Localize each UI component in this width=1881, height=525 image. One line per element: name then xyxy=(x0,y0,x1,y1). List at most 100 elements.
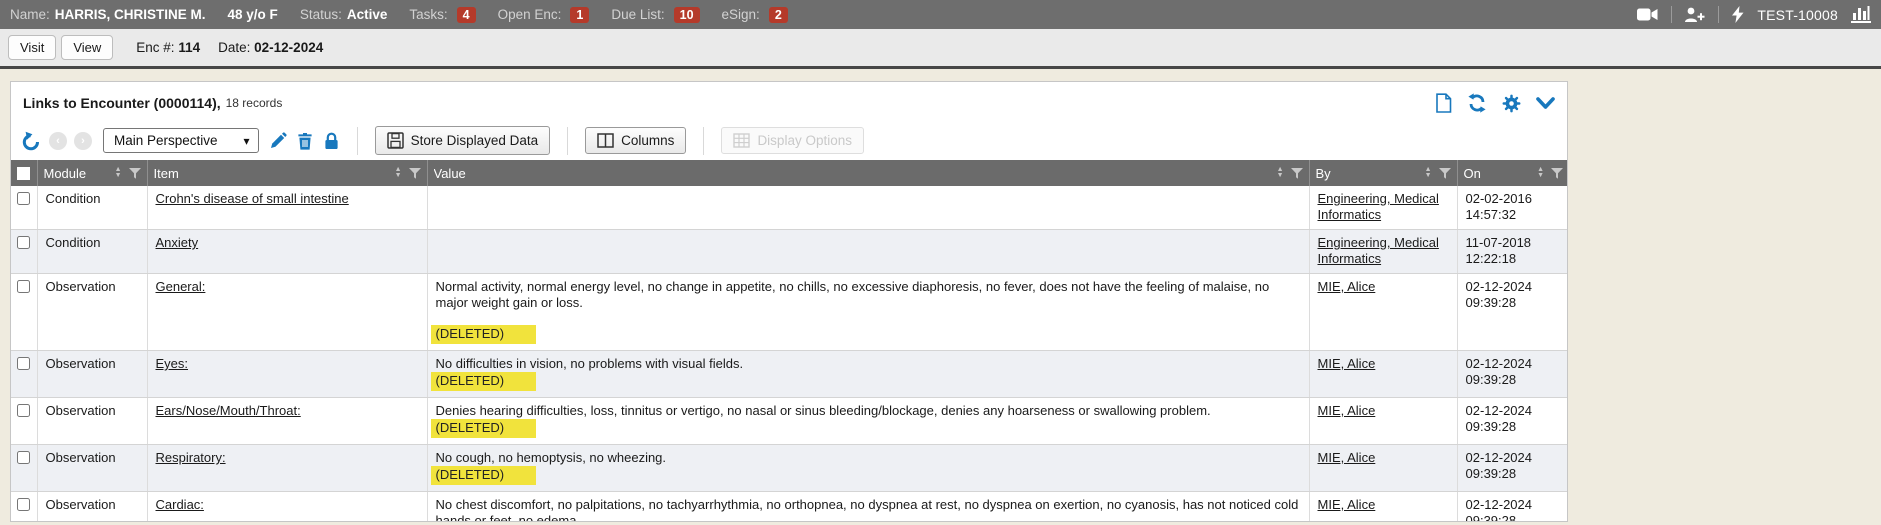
store-displayed-data-button[interactable]: Store Displayed Data xyxy=(375,126,551,155)
table-row: Observation Respiratory: No cough, no he… xyxy=(11,445,1568,492)
video-camera-icon[interactable] xyxy=(1637,7,1658,22)
by-link[interactable]: MIE, Alice xyxy=(1318,450,1376,465)
column-header-item: Item xyxy=(154,166,391,181)
encounter-bar: Visit View Enc #: 114 Date: 02-12-2024 xyxy=(0,29,1881,69)
date-label: Date: xyxy=(218,40,250,55)
item-link[interactable]: Cardiac: xyxy=(156,497,204,512)
value-cell xyxy=(427,230,1309,274)
delete-perspective-icon[interactable] xyxy=(297,132,313,150)
item-cell: General: xyxy=(147,274,427,351)
module-cell: Observation xyxy=(37,445,147,492)
item-cell: Crohn's disease of small intestine xyxy=(147,186,427,230)
links-table: Module ▲▼ Item ▲▼ Value ▲▼ By ▲▼ xyxy=(11,160,1568,522)
sort-icon[interactable]: ▲▼ xyxy=(1537,167,1544,179)
row-checkbox-cell xyxy=(11,445,37,492)
item-cell: Ears/Nose/Mouth/Throat: xyxy=(147,398,427,445)
table-row: Observation General: Normal activity, no… xyxy=(11,274,1568,351)
item-link[interactable]: Ears/Nose/Mouth/Throat: xyxy=(156,403,301,418)
by-cell: MIE, Alice xyxy=(1309,274,1457,351)
new-document-icon[interactable] xyxy=(1435,93,1452,113)
due-list-badge[interactable]: 10 xyxy=(674,7,700,23)
by-cell: MIE, Alice xyxy=(1309,445,1457,492)
perspective-select[interactable]: Main Perspective ▾ xyxy=(103,128,259,153)
columns-icon xyxy=(597,133,614,148)
on-cell: 02-12-2024 09:39:28 xyxy=(1457,492,1568,523)
item-link[interactable]: Crohn's disease of small intestine xyxy=(156,191,349,206)
enc-number-value: 114 xyxy=(178,40,200,55)
row-checkbox[interactable] xyxy=(17,357,30,370)
by-link[interactable]: MIE, Alice xyxy=(1318,279,1376,294)
reset-view-icon[interactable] xyxy=(21,131,42,151)
value-cell xyxy=(427,186,1309,230)
view-button[interactable]: View xyxy=(61,35,113,60)
panel-header: Links to Encounter (0000114), 18 records xyxy=(11,82,1567,122)
columns-button[interactable]: Columns xyxy=(585,127,686,154)
by-link[interactable]: MIE, Alice xyxy=(1318,497,1376,512)
module-cell: Observation xyxy=(37,351,147,398)
item-link[interactable]: Anxiety xyxy=(156,235,199,250)
table-row: Condition Anxiety Engineering, Medical I… xyxy=(11,230,1568,274)
by-cell: MIE, Alice xyxy=(1309,398,1457,445)
refresh-icon[interactable] xyxy=(1467,93,1487,113)
display-options-label: Display Options xyxy=(757,133,852,148)
save-icon xyxy=(387,132,404,149)
on-timestamp: 02-12-2024 09:39:28 xyxy=(1466,450,1533,481)
by-link[interactable]: MIE, Alice xyxy=(1318,403,1376,418)
deleted-highlight: (DELETED) xyxy=(431,419,537,438)
item-cell: Cardiac: xyxy=(147,492,427,523)
deleted-line: (DELETED) xyxy=(436,466,1301,485)
sort-icon[interactable]: ▲▼ xyxy=(1277,167,1284,179)
esign-badge[interactable]: 2 xyxy=(769,7,788,23)
row-checkbox-cell xyxy=(11,230,37,274)
display-options-icon xyxy=(733,133,750,148)
filter-icon[interactable] xyxy=(409,168,421,179)
store-displayed-data-label: Store Displayed Data xyxy=(411,133,539,148)
divider xyxy=(1671,6,1672,23)
visit-button[interactable]: Visit xyxy=(8,35,56,60)
row-checkbox[interactable] xyxy=(17,498,30,511)
gear-icon[interactable] xyxy=(1502,94,1521,113)
on-timestamp: 02-12-2024 09:39:28 xyxy=(1466,356,1533,387)
open-enc-badge[interactable]: 1 xyxy=(570,7,589,23)
module-cell: Observation xyxy=(37,492,147,523)
deleted-highlight: (DELETED) xyxy=(431,325,537,344)
chevron-down-icon[interactable] xyxy=(1536,96,1555,110)
filter-icon[interactable] xyxy=(1291,168,1303,179)
sort-icon[interactable]: ▲▼ xyxy=(395,167,402,179)
row-checkbox[interactable] xyxy=(17,280,30,293)
divider xyxy=(1718,6,1719,23)
filter-icon[interactable] xyxy=(1551,168,1563,179)
column-header-module: Module xyxy=(44,166,111,181)
row-checkbox[interactable] xyxy=(17,192,30,205)
module-cell: Condition xyxy=(37,230,147,274)
table-row: Observation Eyes: No difficulties in vis… xyxy=(11,351,1568,398)
item-cell: Eyes: xyxy=(147,351,427,398)
name-label: Name: xyxy=(10,7,50,22)
esign-label: eSign: xyxy=(722,7,760,22)
value-cell: No chest discomfort, no palpitations, no… xyxy=(427,492,1309,523)
by-link[interactable]: MIE, Alice xyxy=(1318,356,1376,371)
filter-icon[interactable] xyxy=(1439,168,1451,179)
lightning-icon[interactable] xyxy=(1732,6,1744,23)
item-link[interactable]: Eyes: xyxy=(156,356,189,371)
by-link[interactable]: Engineering, Medical Informatics xyxy=(1318,235,1439,266)
select-all-checkbox[interactable] xyxy=(17,167,30,180)
row-checkbox[interactable] xyxy=(17,236,30,249)
edit-perspective-icon[interactable] xyxy=(269,132,287,150)
tasks-badge[interactable]: 4 xyxy=(457,7,476,23)
lock-perspective-icon[interactable] xyxy=(323,132,340,150)
sort-icon[interactable]: ▲▼ xyxy=(1425,167,1432,179)
row-checkbox[interactable] xyxy=(17,404,30,417)
item-link[interactable]: General: xyxy=(156,279,206,294)
row-checkbox[interactable] xyxy=(17,451,30,464)
user-add-icon[interactable] xyxy=(1685,7,1705,23)
tasks-label: Tasks: xyxy=(409,7,447,22)
table-header-row: Module ▲▼ Item ▲▼ Value ▲▼ By ▲▼ xyxy=(11,160,1568,186)
chart-icon[interactable] xyxy=(1851,6,1871,23)
sort-icon[interactable]: ▲▼ xyxy=(115,167,122,179)
item-link[interactable]: Respiratory: xyxy=(156,450,226,465)
module-cell: Condition xyxy=(37,186,147,230)
filter-icon[interactable] xyxy=(129,168,141,179)
by-link[interactable]: Engineering, Medical Informatics xyxy=(1318,191,1439,222)
date-value: 02-12-2024 xyxy=(254,40,323,55)
